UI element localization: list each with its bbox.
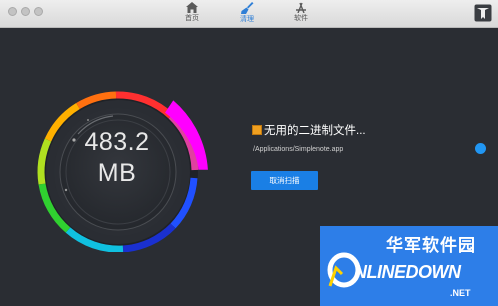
close-window-button[interactable]	[8, 7, 17, 16]
app-window: 首页 清理 软件 483.2 MB 无用的二进制文件... /Applicati…	[0, 0, 498, 306]
zoom-window-button[interactable]	[34, 7, 43, 16]
tab-home-label: 首页	[185, 15, 199, 22]
gauge-value: 483.2	[84, 128, 150, 156]
scan-title: 无用的二进制文件...	[252, 122, 366, 138]
binary-file-icon	[252, 125, 262, 135]
minimize-window-button[interactable]	[21, 7, 30, 16]
broom-icon	[240, 2, 253, 14]
scan-title-text: 无用的二进制文件...	[264, 125, 366, 137]
tab-software-label: 软件	[294, 15, 308, 22]
app-logo-icon[interactable]	[474, 4, 492, 22]
scan-status-indicator	[475, 143, 486, 154]
onlinedown-watermark: 华军软件园 NLINEDOWN .NET	[320, 226, 498, 306]
title-bar: 首页 清理 软件	[0, 0, 498, 28]
watermark-cn: 华军软件园	[386, 236, 476, 255]
space-gauge	[37, 91, 208, 252]
watermark-en: NLINEDOWN	[354, 262, 461, 282]
tab-software[interactable]: 软件	[281, 2, 321, 26]
app-store-icon	[296, 2, 306, 13]
gauge-unit: MB	[97, 159, 137, 187]
tab-clean-label: 清理	[240, 16, 254, 23]
cancel-scan-button[interactable]: 取消扫描	[251, 171, 318, 190]
tab-clean[interactable]: 清理	[227, 2, 267, 26]
home-icon	[186, 2, 198, 13]
scan-path: /Applications/Simplenote.app	[253, 146, 344, 153]
watermark-tld: .NET	[450, 288, 471, 298]
tab-home[interactable]: 首页	[172, 2, 212, 26]
